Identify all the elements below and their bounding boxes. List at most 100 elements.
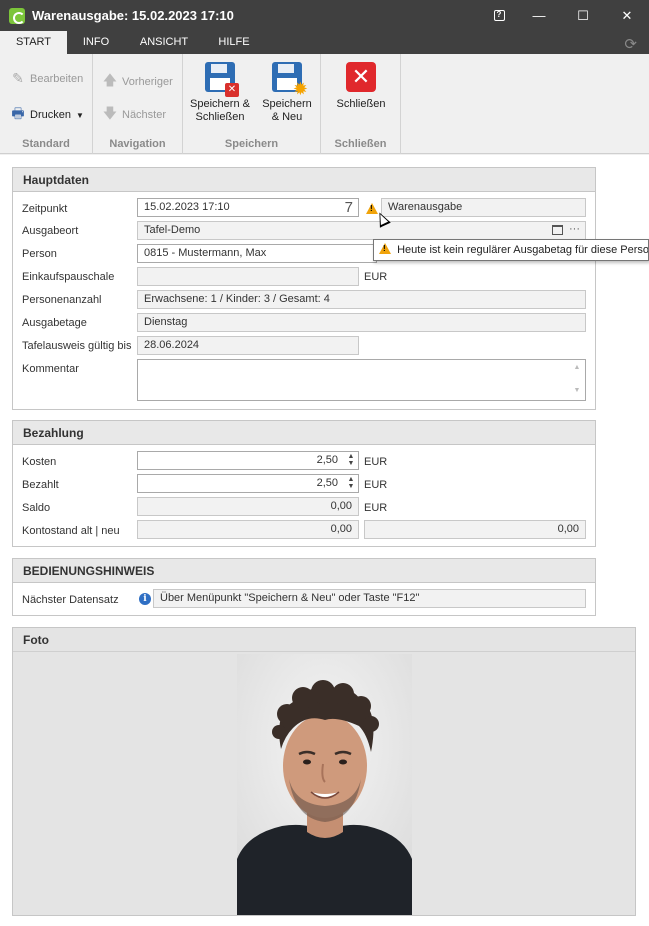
panel-hauptdaten: Hauptdaten Zeitpunkt 15.02.2023 17:10 7 … [12,167,596,410]
einkauf-field [137,267,359,286]
tab-ansicht[interactable]: ANSICHT [130,31,198,54]
person-label: Person [22,248,57,260]
tab-info[interactable]: INFO [70,31,122,54]
group-label-navigation: Navigation [109,138,166,150]
window-title: Warenausgabe: 15.02.2023 17:10 [32,8,234,23]
save-new-label-2: & Neu [271,111,303,123]
title-bar: Warenausgabe: 15.02.2023 17:10 ? — ☐ ✕ [0,0,649,31]
kosten-unit: EUR [364,456,388,468]
save-close-label-2: Schließen [195,111,245,123]
zeitpunkt-label: Zeitpunkt [22,203,68,215]
minimize-button[interactable]: — [517,0,561,31]
kosten-label: Kosten [22,456,57,468]
bezahlt-label: Bezahlt [22,479,59,491]
group-close: ✕ Schließen Schließen [321,54,401,154]
group-label-close: Schließen [334,138,387,150]
hinweis-field: Über Menüpunkt "Speichern & Neu" oder Ta… [153,589,586,608]
printer-icon: 🖶 [11,105,25,121]
help-icon: ? [493,10,505,21]
zeitpunkt-input[interactable]: 15.02.2023 17:10 7 [137,198,359,217]
refresh-icon[interactable]: ⟳ [624,35,637,53]
chevron-down-icon: ▼ [75,110,84,120]
bezahlt-input[interactable]: 2,50 ▲ ▼ [137,474,359,493]
maximize-button[interactable]: ☐ [561,0,605,31]
saldo-label: Saldo [22,502,51,514]
group-save: ✕ Speichern & Schließen ✹ Speichern & Ne… [183,54,321,154]
window-controls: ? — ☐ ✕ [481,0,649,31]
info-icon: i [139,593,151,605]
tooltip-warning-icon [379,243,391,254]
bezahlt-unit: EUR [364,479,388,491]
window-icon[interactable] [552,225,563,235]
ausweis-label: Tafelausweis gültig bis [22,340,132,352]
print-label: Drucken [30,109,71,121]
ausgabetage-label: Ausgabetage [22,317,87,329]
help-button[interactable]: ? [481,0,517,31]
konto-alt-field: 0,00 [137,520,359,539]
einkauf-label: Einkaufspauschale [22,271,115,283]
arrow-up-icon: 🡅 [102,72,118,88]
panel-foto: Foto [12,627,636,916]
floppy-close-icon: ✕ [204,62,239,97]
group-navigation: 🡅 Vorheriger 🡇 Nächster Navigation [93,54,183,154]
panel-title-hinweis: BEDIENUNGSHINWEIS [13,559,595,583]
person-input[interactable]: 0815 - Mustermann, Max [137,244,377,263]
ribbon: ✎ Bearbeiten 🖶 Drucken ▼ Standard 🡅 Vorh… [0,54,649,154]
next-label: Nächster [122,109,167,121]
typ-field: Warenausgabe [381,198,586,217]
arrow-down-icon: 🡇 [102,105,118,121]
app-logo-icon [9,7,25,24]
group-standard: ✎ Bearbeiten 🖶 Drucken ▼ Standard [0,54,93,154]
group-label-standard: Standard [22,138,70,150]
save-new-label-1: Speichern [262,98,312,110]
group-label-save: Speichern [224,138,279,150]
floppy-new-icon: ✹ [271,62,308,98]
warning-icon[interactable] [366,203,378,214]
previous-button[interactable]: 🡅 Vorheriger [101,70,173,94]
bezahlt-value: 2,50 [316,477,338,489]
close-label: Schließen [336,98,386,110]
save-close-label-1: Speichern & [190,98,250,110]
konto-neu-field: 0,00 [364,520,586,539]
previous-label: Vorheriger [122,76,173,88]
person-photo [237,654,412,915]
kommentar-label: Kommentar [22,363,79,375]
next-button[interactable]: 🡇 Nächster [101,103,166,127]
print-button[interactable]: 🖶 Drucken ▼ [9,103,84,127]
tab-start[interactable]: START [0,31,67,54]
ausgabeort-field[interactable]: Tafel-Demo ··· [137,221,586,240]
personen-label: Personenanzahl [22,294,102,306]
bezahlt-spinner[interactable]: ▲ ▼ [346,476,356,491]
panel-title-foto: Foto [13,628,635,652]
save-new-button[interactable]: ✹ Speichern & Neu [257,62,317,124]
saldo-field: 0,00 [137,497,359,516]
more-icon[interactable]: ··· [569,222,580,238]
close-x-icon: ✕ [345,62,377,94]
panel-bezahlung: Bezahlung Kosten 2,50 ▲ ▼ EUR Bezahlt 2,5… [12,420,596,547]
kosten-value: 2,50 [316,454,338,466]
panel-hinweis: BEDIENUNGSHINWEIS Nächster Datensatz i Ü… [12,558,596,616]
person-photo-image [237,654,412,915]
tab-hilfe[interactable]: HILFE [208,31,260,54]
hinweis-label: Nächster Datensatz [22,594,119,606]
edit-label: Bearbeiten [30,72,84,85]
calendar-weekday-icon[interactable]: 7 [345,199,353,216]
ausgabeort-label: Ausgabeort [22,225,79,237]
close-button[interactable]: ✕ Schließen [329,62,393,111]
edit-button[interactable]: ✎ Bearbeiten [9,70,83,87]
kommentar-scrollbar[interactable]: ▲ ▼ [569,360,585,400]
warning-tooltip: Heute ist kein regulärer Ausgabetag für … [373,239,649,261]
ausgabeort-value: Tafel-Demo [144,224,201,236]
zeitpunkt-value: 15.02.2023 17:10 [144,201,230,213]
kosten-input[interactable]: 2,50 ▲ ▼ [137,451,359,470]
ribbon-tabs: START INFO ANSICHT HILFE ⟳ [0,31,649,54]
save-close-button[interactable]: ✕ Speichern & Schließen [188,62,252,124]
panel-title-bezahlung: Bezahlung [13,421,595,445]
kommentar-textarea[interactable] [137,359,586,401]
close-window-button[interactable]: ✕ [605,0,649,31]
einkauf-unit: EUR [364,271,388,283]
panel-title-hauptdaten: Hauptdaten [13,168,595,192]
pencil-icon: ✎ [12,70,24,86]
kosten-spinner[interactable]: ▲ ▼ [346,453,356,468]
saldo-unit: EUR [364,502,388,514]
